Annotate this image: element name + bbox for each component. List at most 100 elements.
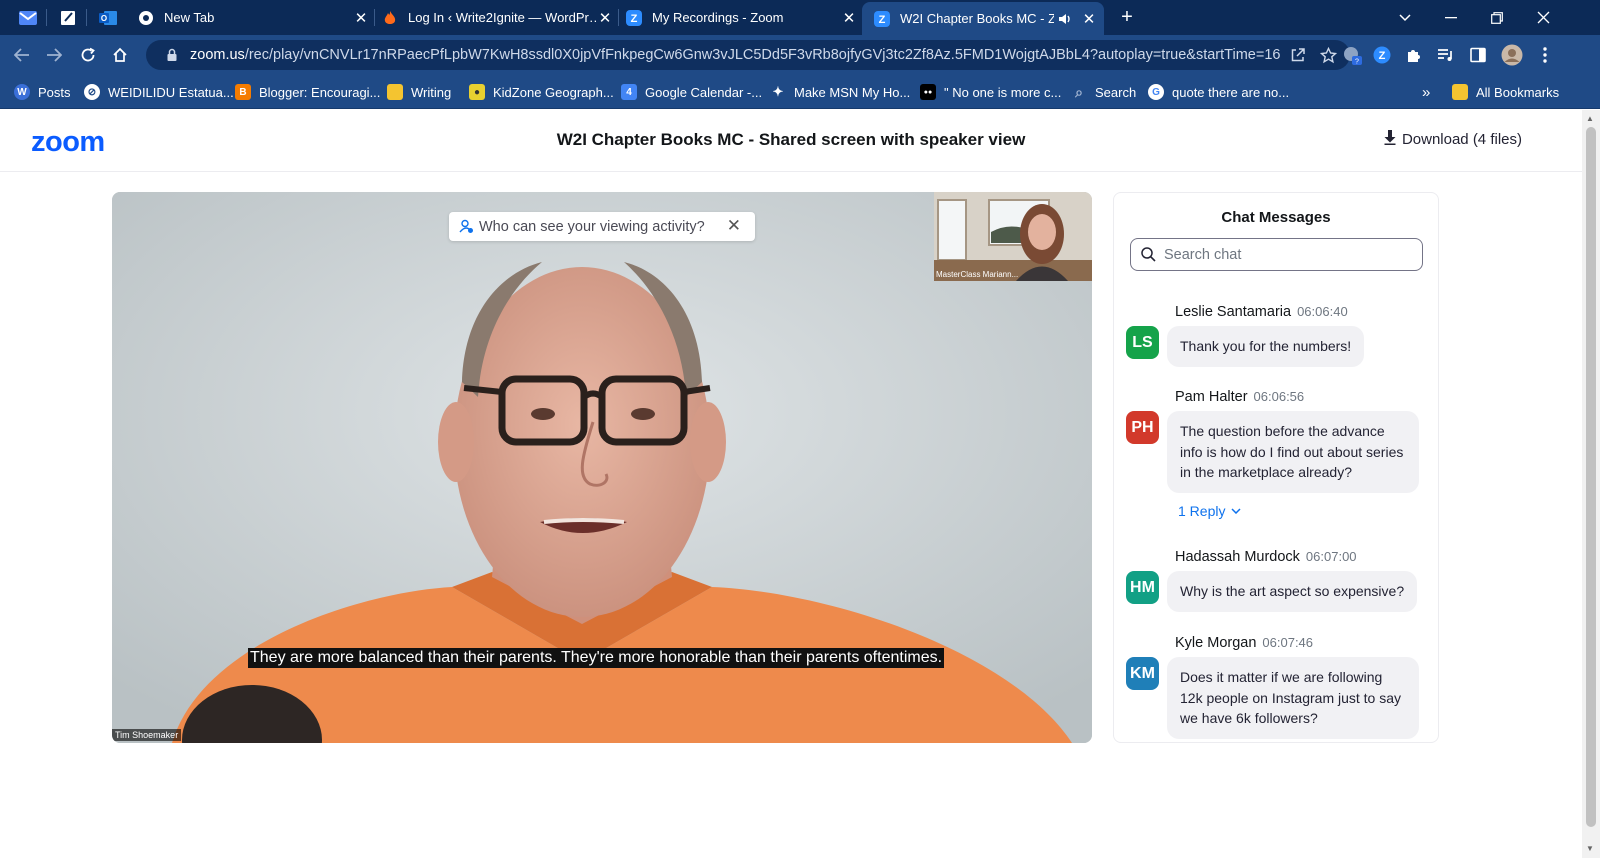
calendar-icon: 4 xyxy=(621,84,637,100)
zoom-recording-page: zoom W2I Chapter Books MC - Shared scree… xyxy=(0,110,1582,858)
chat-search-box[interactable] xyxy=(1130,238,1423,271)
tab-title: New Tab xyxy=(164,10,215,25)
chat-search-input[interactable] xyxy=(1164,246,1404,263)
message-header: Hadassah Murdock 06:07:00 xyxy=(1175,549,1357,565)
message-header: Leslie Santamaria 06:06:40 xyxy=(1175,304,1348,320)
svg-text:Z: Z xyxy=(879,14,886,26)
bookmark-star-icon[interactable] xyxy=(1316,43,1340,67)
wordpress-icon: W xyxy=(14,84,30,100)
page-scrollbar[interactable]: ▲ ▼ xyxy=(1582,110,1600,858)
tab-wordpress-login[interactable]: Log In ‹ Write2Ignite — WordPr… ✕ xyxy=(382,0,614,35)
thumbnail-participant-name: MasterClass Mariann... xyxy=(936,270,1019,279)
recording-title: W2I Chapter Books MC - Shared screen wit… xyxy=(556,130,1026,149)
side-panel-icon[interactable] xyxy=(1466,43,1490,67)
speaker-thumbnail: MasterClass Mariann... xyxy=(934,192,1092,281)
avatar: HM xyxy=(1126,571,1159,604)
tab-title: My Recordings - Zoom xyxy=(652,10,784,25)
bookmark-google-calendar[interactable]: 4 Google Calendar -... xyxy=(621,75,762,109)
minimize-window-icon[interactable] xyxy=(1428,0,1474,35)
tab-my-recordings[interactable]: Z My Recordings - Zoom ✕ xyxy=(626,0,858,35)
tab-new-tab[interactable]: New Tab ✕ xyxy=(138,0,370,35)
scroll-down-icon[interactable]: ▼ xyxy=(1586,844,1594,853)
extensions-puzzle-icon[interactable] xyxy=(1402,43,1426,67)
viewing-activity-notice[interactable]: Who can see your viewing activity? ✕ xyxy=(449,212,755,241)
bookmarks-overflow-button[interactable]: » xyxy=(1422,75,1430,109)
restore-window-icon[interactable] xyxy=(1474,0,1520,35)
folder-icon xyxy=(1452,84,1468,100)
bookmark-posts[interactable]: W Posts xyxy=(14,75,71,109)
close-notice-icon[interactable]: ✕ xyxy=(727,216,741,236)
bookmark-msn[interactable]: ✦ Make MSN My Ho... xyxy=(770,75,911,109)
bookmark-label: Blogger: Encouragi... xyxy=(259,84,381,100)
close-window-icon[interactable] xyxy=(1520,0,1566,35)
outlook-pinned-tab[interactable]: O xyxy=(96,6,120,30)
sender-name: Pam Halter xyxy=(1175,389,1248,405)
bookmark-blogger[interactable]: B Blogger: Encouragi... xyxy=(235,75,380,109)
download-icon xyxy=(1384,130,1396,149)
close-tab-icon[interactable]: ✕ xyxy=(596,9,614,27)
message-time: 06:06:56 xyxy=(1253,389,1305,404)
scrollbar-thumb[interactable] xyxy=(1586,127,1596,827)
zoom-extension-icon[interactable]: Z xyxy=(1370,43,1394,67)
close-tab-icon[interactable]: ✕ xyxy=(840,9,858,27)
message-bubble: The question before the advance info is … xyxy=(1167,411,1419,493)
forward-arrow-icon[interactable] xyxy=(40,41,68,69)
zoom-icon: Z xyxy=(874,10,890,27)
chevron-down-icon xyxy=(1231,508,1241,514)
gmail-pinned-tab[interactable] xyxy=(16,6,40,30)
message-bubble: Does it matter if we are following 12k p… xyxy=(1167,657,1419,739)
extension-puzzle-badge-icon[interactable]: ? xyxy=(1340,43,1364,67)
browser-menu-icon[interactable] xyxy=(1533,43,1557,67)
bookmark-quote[interactable]: G quote there are no... xyxy=(1148,75,1289,109)
message-bubble: Thank you for the numbers! xyxy=(1167,326,1365,367)
share-icon[interactable] xyxy=(1286,43,1310,67)
bookmark-search[interactable]: ⌕ Search xyxy=(1071,75,1136,109)
download-button[interactable]: Download (4 files) xyxy=(1384,130,1522,149)
closed-caption: They are more balanced than their parent… xyxy=(248,648,945,668)
search-icon xyxy=(1141,247,1156,262)
close-tab-icon[interactable]: ✕ xyxy=(352,9,370,27)
url-host: zoom.us xyxy=(190,47,245,63)
site-info-icon[interactable] xyxy=(160,43,184,67)
media-queue-icon[interactable] xyxy=(1434,43,1458,67)
scroll-up-icon[interactable]: ▲ xyxy=(1586,114,1594,123)
bookmark-writing[interactable]: Writing xyxy=(387,75,451,109)
home-icon[interactable] xyxy=(106,41,134,69)
bookmark-label: KidZone Geograph... xyxy=(493,84,614,100)
speaker-audio-icon[interactable] xyxy=(1058,13,1072,25)
viewing-activity-text: Who can see your viewing activity? xyxy=(479,218,705,235)
message-header: Kyle Morgan 06:07:46 xyxy=(1175,635,1313,651)
globe-icon: ⊘ xyxy=(84,84,100,100)
tab-title: Log In ‹ Write2Ignite — WordPr… xyxy=(408,10,596,25)
tab-separator xyxy=(86,9,87,26)
video-player[interactable]: Who can see your viewing activity? ✕ Mas… xyxy=(112,192,1092,743)
bookmark-no-one-is-more[interactable]: ●● " No one is more c... xyxy=(920,75,1061,109)
speaker-name-label: Tim Shoemaker xyxy=(112,729,182,741)
notes-pinned-tab[interactable] xyxy=(56,6,80,30)
reply-toggle[interactable]: 1 Reply xyxy=(1178,503,1241,519)
kidzone-icon: ● xyxy=(469,84,485,100)
bookmark-weidilidu[interactable]: ⊘ WEIDILIDU Estatua... xyxy=(84,75,234,109)
new-tab-button[interactable]: + xyxy=(1104,0,1150,35)
all-bookmarks-button[interactable]: All Bookmarks xyxy=(1452,75,1559,109)
bookmark-label: " No one is more c... xyxy=(944,84,1062,100)
bookmark-kidzone[interactable]: ● KidZone Geograph... xyxy=(469,75,614,109)
bookmark-label: All Bookmarks xyxy=(1476,84,1560,100)
address-bar[interactable]: zoom.us/rec/play/vnCNVLr17nRPaecPfLpbW7K… xyxy=(146,40,1350,70)
avatar: LS xyxy=(1126,326,1159,359)
avatar: PH xyxy=(1126,411,1159,444)
chat-title: Chat Messages xyxy=(1221,209,1331,226)
outlook-icon: O xyxy=(99,11,117,25)
back-arrow-icon[interactable] xyxy=(8,41,36,69)
person-visibility-icon xyxy=(459,219,474,234)
reload-icon[interactable] xyxy=(74,41,102,69)
browser-tab-bar: O New Tab ✕ Log In ‹ Write2Ignite — Word… xyxy=(0,0,1600,35)
profile-avatar[interactable] xyxy=(1500,43,1524,67)
svg-text:?: ? xyxy=(1355,59,1359,66)
close-tab-icon[interactable]: ✕ xyxy=(1080,10,1098,28)
tab-w2i-chapter-books[interactable]: Z W2I Chapter Books MC - Zo… ✕ xyxy=(862,2,1104,35)
bookmark-label: WEIDILIDU Estatua... xyxy=(108,84,234,100)
chat-panel: Chat Messages Leslie Santamaria06:06:40 … xyxy=(1113,192,1439,743)
tab-separator xyxy=(374,9,375,26)
tab-search-chevron-icon[interactable] xyxy=(1382,0,1428,35)
